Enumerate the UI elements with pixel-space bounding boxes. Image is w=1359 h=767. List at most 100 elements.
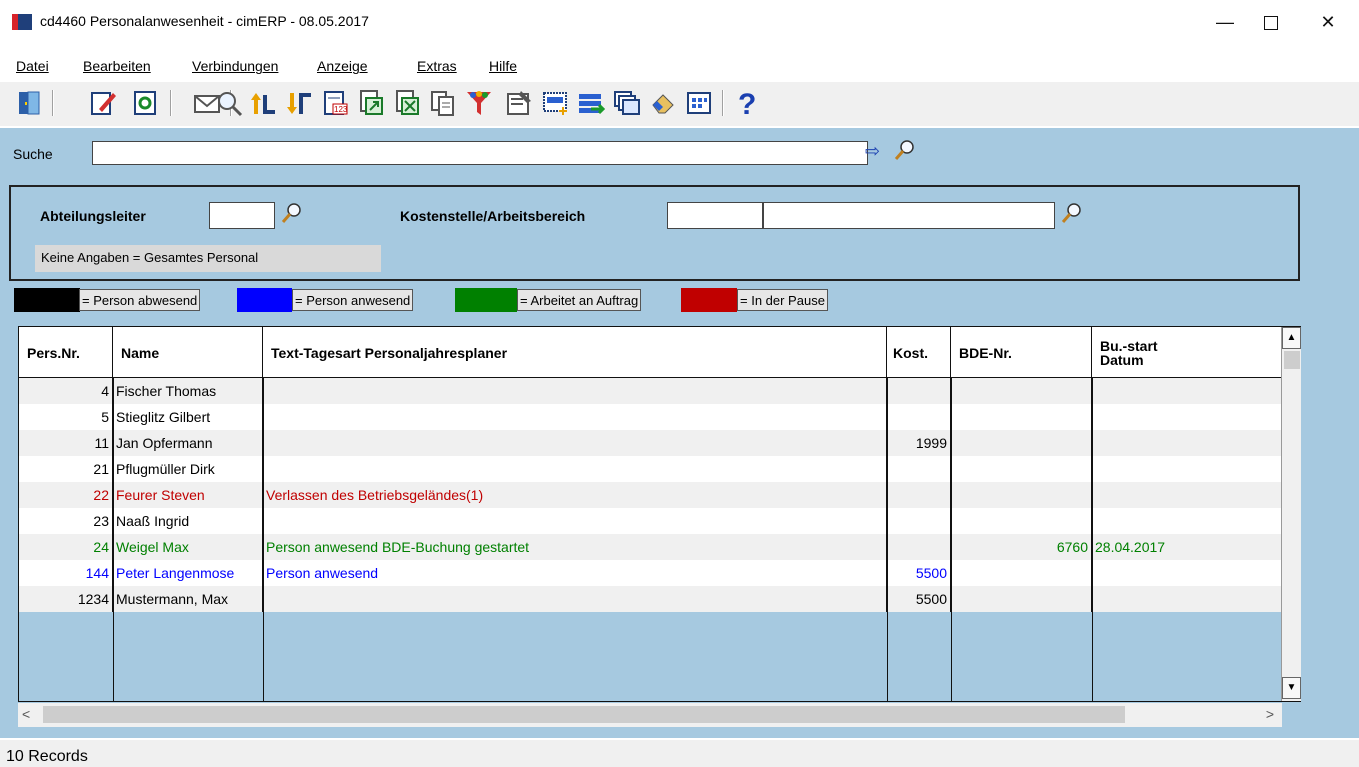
abteilungsleiter-label: Abteilungsleiter: [40, 208, 146, 224]
cell-persnr: 4: [19, 378, 113, 404]
cell-persnr: 5: [19, 404, 113, 430]
toolbar: 123 ?: [0, 82, 1359, 126]
column-divider: [113, 378, 114, 701]
new-row-icon[interactable]: [538, 86, 572, 120]
search-label: Suche: [13, 146, 53, 162]
scroll-left-arrow-icon[interactable]: <: [22, 706, 30, 722]
cell-bdenr: [951, 482, 1092, 508]
export-document-icon[interactable]: [354, 86, 388, 120]
toolbar-separator: [170, 90, 172, 116]
vertical-scroll-thumb[interactable]: [1284, 351, 1300, 369]
import-list-icon[interactable]: [574, 86, 608, 120]
cell-bdenr: [951, 430, 1092, 456]
cell-kost: [887, 482, 951, 508]
scroll-down-arrow-icon[interactable]: ▼: [1282, 677, 1301, 699]
cell-persnr: 24: [19, 534, 113, 560]
cell-bdenr: [951, 560, 1092, 586]
cell-bdenr: [951, 404, 1092, 430]
cell-name: Pflugmüller Dirk: [113, 456, 263, 482]
cell-name: Fischer Thomas: [113, 378, 263, 404]
kostenstelle-search-icon[interactable]: [1059, 201, 1085, 230]
cell-persnr: 22: [19, 482, 113, 508]
horizontal-scrollbar[interactable]: < >: [18, 703, 1282, 727]
close-button[interactable]: ✕: [1305, 8, 1351, 36]
cell-persnr: 21: [19, 456, 113, 482]
sort-descending-icon[interactable]: [282, 86, 316, 120]
horizontal-scroll-thumb[interactable]: [43, 706, 1125, 723]
column-header-bu-start-datum[interactable]: Bu.-start Datum: [1092, 327, 1281, 378]
search-go-arrow-icon[interactable]: ⇨: [865, 141, 880, 162]
sort-ascending-icon[interactable]: [246, 86, 280, 120]
refresh-icon[interactable]: [128, 86, 162, 120]
cell-text: [263, 508, 887, 534]
windows-cascade-icon[interactable]: [610, 86, 644, 120]
legend-break-swatch: [681, 288, 737, 312]
menu-bar: Datei Bearbeiten Verbindungen Anzeige Ex…: [0, 54, 1359, 78]
menu-datei[interactable]: Datei: [16, 58, 49, 74]
cell-persnr: 23: [19, 508, 113, 534]
column-divider: [1092, 378, 1093, 701]
kostenstelle-name-input[interactable]: [763, 202, 1055, 229]
eraser-icon[interactable]: [646, 86, 680, 120]
kostenstelle-code-input[interactable]: [667, 202, 763, 229]
filter-funnel-icon[interactable]: [462, 86, 496, 120]
personnel-grid: Pers.Nr. Name Text-Tagesart Personaljahr…: [18, 326, 1301, 702]
search-bar: Suche ⇨: [7, 138, 1351, 172]
cell-datum: [1092, 430, 1281, 456]
column-header-kost[interactable]: Kost.: [887, 327, 951, 378]
menu-bearbeiten[interactable]: Bearbeiten: [83, 58, 151, 74]
cell-persnr: 144: [19, 560, 113, 586]
cell-datum: [1092, 586, 1281, 612]
menu-hilfe[interactable]: Hilfe: [489, 58, 517, 74]
column-header-persnr[interactable]: Pers.Nr.: [19, 327, 113, 378]
maximize-button[interactable]: [1248, 8, 1294, 36]
cell-bdenr: [951, 456, 1092, 482]
search-magnifier-icon[interactable]: [892, 138, 918, 167]
edit-pencil-icon[interactable]: [86, 86, 120, 120]
cell-kost: [887, 404, 951, 430]
grid-view-icon[interactable]: [682, 86, 716, 120]
cell-name: Jan Opfermann: [113, 430, 263, 456]
exit-door-icon[interactable]: [12, 86, 46, 120]
copy-document-icon[interactable]: [426, 86, 460, 120]
calendar-123-icon[interactable]: 123: [318, 86, 352, 120]
cell-datum: [1092, 560, 1281, 586]
main-area: Suche ⇨ Abteilungsleiter Kostenstelle/Ar…: [0, 128, 1359, 738]
vertical-scrollbar[interactable]: ▲ ▼: [1281, 327, 1301, 701]
menu-extras[interactable]: Extras: [417, 58, 457, 74]
abteilungsleiter-input[interactable]: [209, 202, 275, 229]
cell-datum: [1092, 378, 1281, 404]
column-header-bdenr[interactable]: BDE-Nr.: [951, 327, 1092, 378]
excel-export-icon[interactable]: [390, 86, 424, 120]
legend-break-text: = In der Pause: [737, 289, 828, 311]
search-input[interactable]: [92, 141, 868, 165]
app-icon: [12, 14, 32, 30]
column-header-text[interactable]: Text-Tagesart Personaljahresplaner: [263, 327, 887, 378]
cell-bdenr: [951, 586, 1092, 612]
minimize-button[interactable]: —: [1202, 8, 1248, 36]
scroll-up-arrow-icon[interactable]: ▲: [1282, 327, 1301, 349]
menu-anzeige[interactable]: Anzeige: [317, 58, 368, 74]
help-icon[interactable]: ?: [730, 86, 764, 120]
settings-form-icon[interactable]: [502, 86, 536, 120]
maximize-icon: [1264, 16, 1278, 31]
cell-kost: [887, 534, 951, 560]
status-bar: 10 Records: [0, 740, 1359, 767]
cell-text: [263, 378, 887, 404]
search-magnifier-icon[interactable]: [212, 86, 246, 120]
cell-text: Person anwesend: [263, 560, 887, 586]
filter-info-label: Keine Angaben = Gesamtes Personal: [35, 245, 381, 272]
menu-verbindungen[interactable]: Verbindungen: [192, 58, 278, 74]
toolbar-separator: [52, 90, 54, 116]
cell-bdenr: [951, 508, 1092, 534]
grid-header: Pers.Nr. Name Text-Tagesart Personaljahr…: [19, 327, 1281, 378]
cell-bdenr: 6760: [951, 534, 1092, 560]
title-bar: cd4460 Personalanwesenheit - cimERP - 08…: [0, 0, 1359, 44]
legend-working-swatch: [455, 288, 517, 312]
abteilungsleiter-search-icon[interactable]: [279, 201, 305, 230]
cell-datum: 28.04.2017: [1095, 539, 1166, 555]
cell-name: Mustermann, Max: [113, 586, 263, 612]
scroll-right-arrow-icon[interactable]: >: [1266, 706, 1274, 722]
legend-working-text: = Arbeitet an Auftrag: [517, 289, 642, 311]
column-header-name[interactable]: Name: [113, 327, 263, 378]
